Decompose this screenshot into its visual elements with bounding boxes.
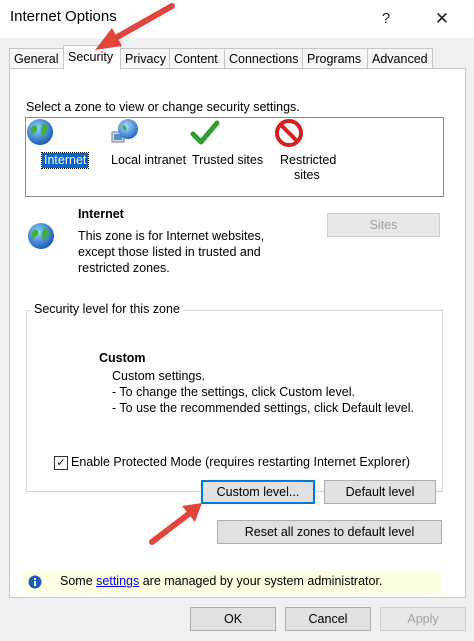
- zone-desc-line2: except those listed in trusted and: [78, 245, 261, 259]
- admin-info-bar: Some settings are managed by your system…: [24, 571, 441, 593]
- settings-link[interactable]: settings: [96, 574, 139, 588]
- protected-mode-label[interactable]: Enable Protected Mode (requires restarti…: [71, 455, 410, 469]
- tab-general[interactable]: General: [9, 48, 64, 68]
- level-desc-line1: Custom settings.: [112, 369, 206, 383]
- tab-advanced[interactable]: Advanced: [367, 48, 433, 68]
- help-button[interactable]: ?: [372, 6, 400, 32]
- security-level-description: Custom settings. - To change the setting…: [112, 368, 414, 416]
- globe-icon: [27, 119, 53, 145]
- close-button[interactable]: ✕: [428, 6, 456, 32]
- tab-programs[interactable]: Programs: [302, 48, 368, 68]
- sites-button[interactable]: Sites: [327, 213, 440, 237]
- level-desc-line2: - To change the settings, click Custom l…: [112, 385, 355, 399]
- custom-level-button[interactable]: Custom level...: [201, 480, 315, 504]
- intranet-icon: [111, 119, 138, 143]
- zone-label-restricted-line1: Restricted: [280, 153, 337, 167]
- tab-privacy[interactable]: Privacy: [120, 48, 170, 68]
- tab-content[interactable]: Content: [169, 48, 225, 68]
- selected-zone-globe-icon: [28, 223, 54, 249]
- zone-prompt: Select a zone to view or change security…: [26, 100, 300, 114]
- zone-internet[interactable]: Internet: [26, 118, 110, 194]
- selected-zone-description: This zone is for Internet websites, exce…: [78, 228, 264, 276]
- tab-security[interactable]: Security: [63, 45, 121, 70]
- zone-label-local-intranet: Local intranet: [111, 153, 187, 167]
- ok-button[interactable]: OK: [190, 607, 276, 631]
- zone-label-restricted-line2: sites: [294, 168, 320, 182]
- info-suffix: are managed by your system administrator…: [139, 574, 383, 588]
- level-desc-line3: - To use the recommended settings, click…: [112, 401, 414, 415]
- restricted-icon: [275, 119, 303, 147]
- title-bar: Internet Options ? ✕: [0, 0, 474, 38]
- security-level-name: Custom: [99, 351, 146, 365]
- zone-local-intranet[interactable]: Local intranet: [110, 118, 194, 194]
- selected-zone-name: Internet: [78, 207, 124, 221]
- internet-options-window: Internet Options ? ✕ General Security Pr…: [0, 0, 474, 641]
- zone-trusted-sites[interactable]: Trusted sites: [190, 118, 274, 194]
- zone-desc-line1: This zone is for Internet websites,: [78, 229, 265, 243]
- zone-list: Internet Local intranet Trusted sites Re…: [25, 117, 444, 197]
- reset-all-zones-button[interactable]: Reset all zones to default level: [217, 520, 442, 544]
- cancel-button[interactable]: Cancel: [285, 607, 371, 631]
- info-icon: [28, 575, 42, 589]
- zone-label-internet: Internet: [40, 152, 90, 169]
- default-level-button[interactable]: Default level: [324, 480, 436, 504]
- apply-button[interactable]: Apply: [380, 607, 466, 631]
- protected-mode-checkbox[interactable]: ✓: [54, 456, 68, 470]
- checkmark-icon: [190, 120, 220, 145]
- info-prefix: Some: [60, 574, 97, 588]
- security-level-group-title: Security level for this zone: [31, 302, 183, 316]
- admin-info-text: Some settings are managed by your system…: [60, 574, 382, 588]
- tab-connections[interactable]: Connections: [224, 48, 303, 68]
- zone-desc-line3: restricted zones.: [78, 261, 170, 275]
- window-title: Internet Options: [10, 8, 117, 25]
- zone-label-trusted-sites: Trusted sites: [192, 153, 264, 167]
- zone-restricted-sites[interactable]: Restricted sites: [274, 118, 358, 194]
